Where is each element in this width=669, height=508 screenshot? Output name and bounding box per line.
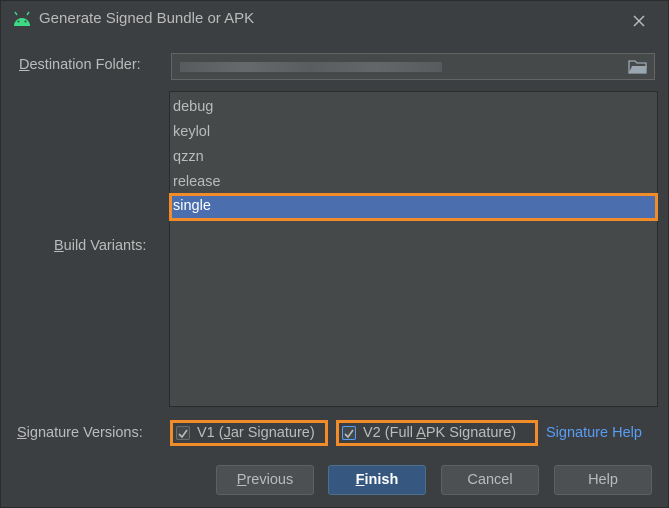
signature-help-link[interactable]: Signature Help xyxy=(546,425,642,441)
list-item[interactable]: release xyxy=(170,170,657,194)
close-icon[interactable] xyxy=(627,9,651,33)
button-text: inish xyxy=(364,472,399,488)
button-text: revious xyxy=(246,472,294,488)
text: V2 (Full xyxy=(363,425,417,441)
title-bar: Generate Signed Bundle or APK xyxy=(1,1,668,39)
build-variants-list[interactable]: debug keylol qzzn release single xyxy=(169,91,658,407)
mnemonic: J xyxy=(223,425,231,441)
redacted-path xyxy=(180,62,442,72)
previous-button[interactable]: Previous xyxy=(216,465,314,495)
mnemonic: D xyxy=(19,57,30,73)
build-variants-label: Build Variants: xyxy=(54,238,146,254)
check-icon xyxy=(178,429,188,439)
signature-versions-label: Signature Versions: xyxy=(17,425,143,441)
destination-folder-input[interactable] xyxy=(171,53,655,80)
generate-signed-apk-dialog: Generate Signed Bundle or APK Destinatio… xyxy=(0,0,669,508)
label-text: estination Folder: xyxy=(29,57,141,73)
text: PK Signature) xyxy=(425,425,517,441)
list-item[interactable]: keylol xyxy=(170,120,657,144)
mnemonic: A xyxy=(416,425,426,441)
check-icon xyxy=(344,429,354,439)
destination-folder-label: Destination Folder: xyxy=(19,57,141,73)
checkbox-label: V2 (Full APK Signature) xyxy=(363,425,516,441)
list-item[interactable]: debug xyxy=(170,95,657,119)
mnemonic: P xyxy=(236,472,247,488)
label-text: ignature Versions: xyxy=(26,425,143,441)
android-icon xyxy=(14,11,30,26)
folder-icon[interactable] xyxy=(628,58,648,75)
help-button[interactable]: Help xyxy=(554,465,652,495)
v1-jar-signature-checkbox[interactable]: V1 (Jar Signature) xyxy=(170,420,328,446)
text: V1 ( xyxy=(197,425,224,441)
checkbox[interactable] xyxy=(176,426,190,440)
checkbox[interactable] xyxy=(342,426,356,440)
dialog-title: Generate Signed Bundle or APK xyxy=(39,10,255,27)
mnemonic: S xyxy=(17,425,27,441)
list-item-selected[interactable]: single xyxy=(169,193,658,221)
label-text: uild Variants: xyxy=(63,238,147,254)
checkbox-label: V1 (Jar Signature) xyxy=(197,425,315,441)
v2-full-apk-signature-checkbox[interactable]: V2 (Full APK Signature) xyxy=(336,420,538,446)
text: ar Signature) xyxy=(230,425,315,441)
mnemonic: F xyxy=(355,472,365,488)
mnemonic: B xyxy=(54,238,64,254)
list-item[interactable]: qzzn xyxy=(170,145,657,169)
finish-button[interactable]: Finish xyxy=(328,465,426,495)
cancel-button[interactable]: Cancel xyxy=(441,465,539,495)
